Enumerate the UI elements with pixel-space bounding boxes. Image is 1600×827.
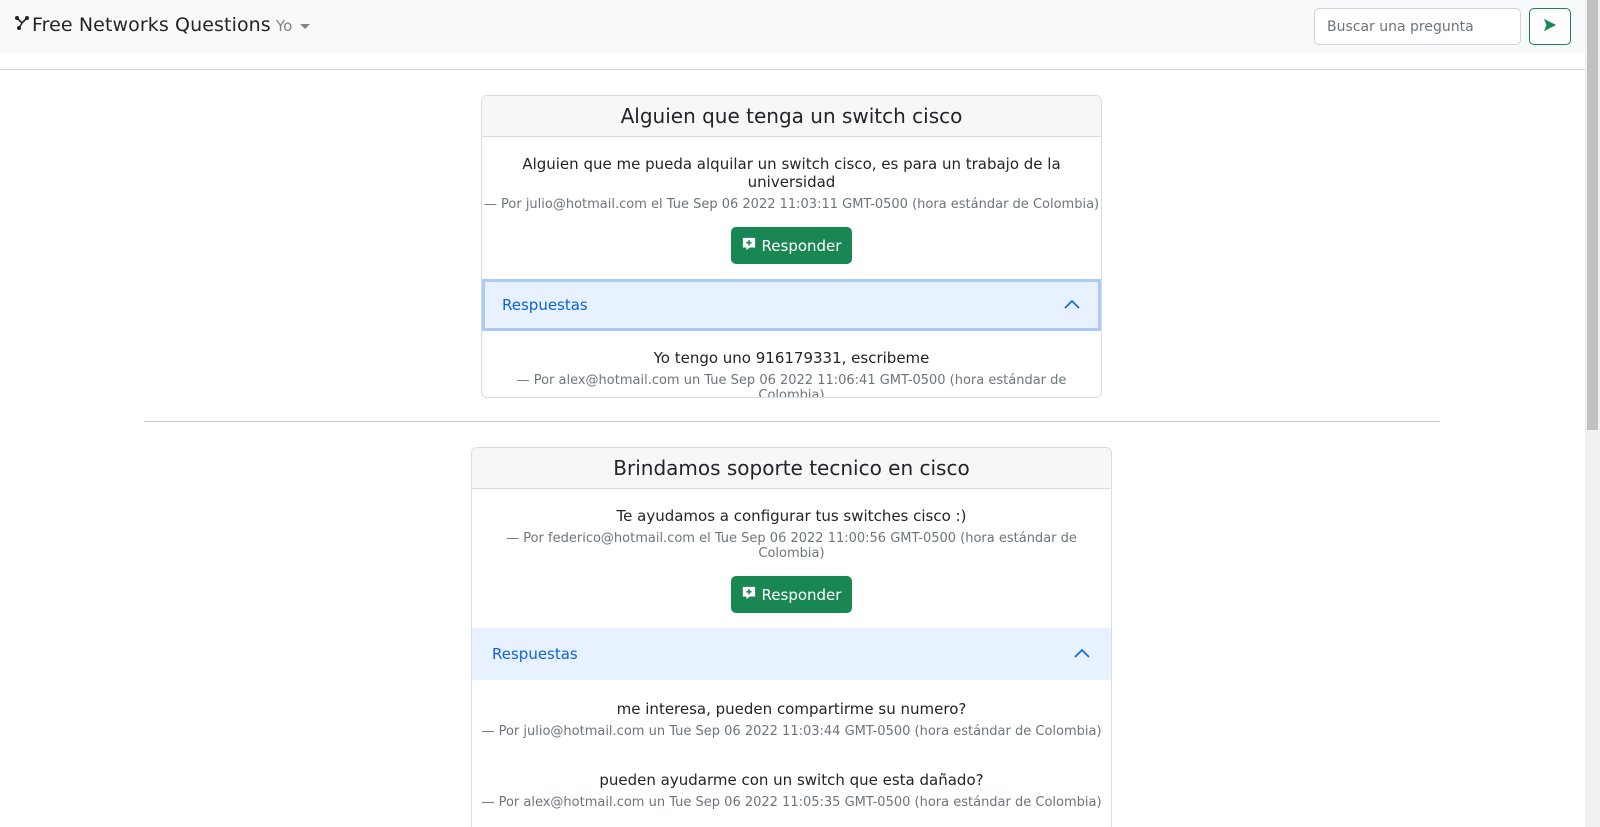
reply-button-label: Responder [761,585,842,604]
answers-accordion-label: Respuestas [492,645,578,663]
answer-text: pueden ayudarme con un switch que esta d… [599,771,984,789]
question-card: Alguien que tenga un switch cisco Alguie… [481,95,1102,398]
answers-accordion-toggle[interactable]: Respuestas [472,628,1111,680]
section-divider [144,421,1440,422]
answers-accordion-label: Respuestas [502,296,588,314]
navbar: Free Networks Questions Yo [0,0,1585,53]
reply-button[interactable]: Responder [731,576,852,613]
search-button[interactable] [1529,8,1571,45]
answer-text: Yo tengo uno 916179331, escribeme [653,349,930,367]
user-menu-label: Yo [276,17,293,35]
answer-meta: — Por alex@hotmail.com un Tue Sep 06 202… [481,795,1102,810]
answer-meta: — Por julio@hotmail.com un Tue Sep 06 20… [481,724,1102,739]
reply-icon [742,237,762,255]
question-title: Alguien que tenga un switch cisco [482,96,1101,137]
question-meta: — Por federico@hotmail.com el Tue Sep 06… [506,531,1077,561]
page-scrollbar[interactable] [1585,0,1600,827]
send-icon [1543,18,1557,35]
answer-item: pueden ayudarme con un switch que esta d… [472,739,1111,810]
answer-item: Yo tengo uno 916179331, escribeme — Por … [482,331,1101,398]
answer-text: me interesa, pueden compartirme su numer… [616,700,967,718]
reply-icon [742,586,762,604]
user-menu-dropdown[interactable]: Yo [276,17,311,35]
chevron-up-icon [1073,646,1091,660]
answer-meta: — Por alex@hotmail.com un Tue Sep 06 202… [516,373,1067,398]
reply-button-label: Responder [761,236,842,255]
answers-accordion-toggle[interactable]: Respuestas [482,279,1101,331]
question-meta: — Por julio@hotmail.com el Tue Sep 06 20… [483,197,1100,212]
answer-item: me interesa, pueden compartirme su numer… [472,680,1111,739]
scrollbar-thumb[interactable] [1587,0,1598,430]
reply-button[interactable]: Responder [731,227,852,264]
question-body: Te ayudamos a configurar tus switches ci… [472,489,1111,613]
search-input[interactable] [1314,8,1521,45]
question-card: Brindamos soporte tecnico en cisco Te ay… [471,447,1112,827]
question-text: Alguien que me pueda alquilar un switch … [522,155,1061,191]
brand-link[interactable]: Free Networks Questions [14,14,271,36]
question-text: Te ayudamos a configurar tus switches ci… [616,507,967,525]
chevron-up-icon [1063,297,1081,311]
navbar-divider [0,69,1585,70]
brand-name: Free Networks Questions [32,14,271,36]
network-icon [14,15,30,35]
question-title: Brindamos soporte tecnico en cisco [472,448,1111,489]
question-body: Alguien que me pueda alquilar un switch … [482,137,1101,264]
caret-down-icon [300,23,311,29]
